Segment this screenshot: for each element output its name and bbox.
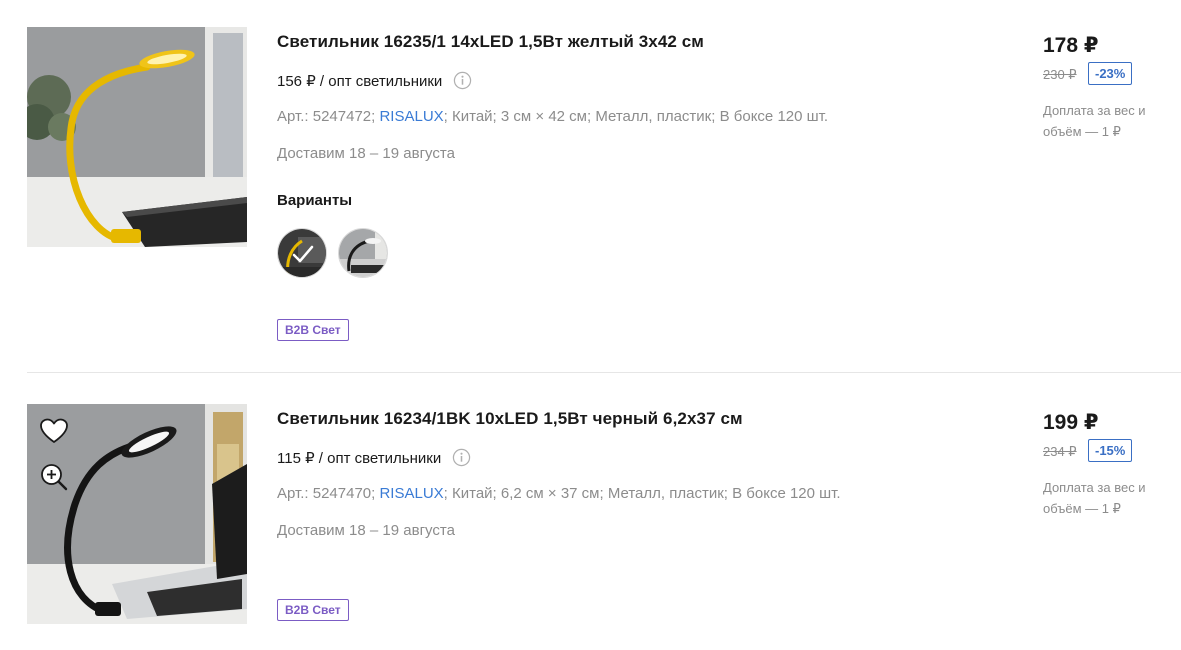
product-card: Светильник 16234/1BK 10xLED 1,5Вт черный…: [27, 404, 1181, 634]
info-icon[interactable]: [452, 448, 471, 467]
article-number: Арт.: 5247470;: [277, 485, 376, 502]
variants-label: Варианты: [277, 192, 353, 209]
zoom-in-icon[interactable]: [39, 462, 69, 492]
product-photo-yellow-lamp: [27, 27, 247, 247]
material: Металл, пластик;: [595, 108, 716, 125]
product-image[interactable]: [27, 27, 247, 247]
b2b-badge[interactable]: B2B Свет: [277, 319, 349, 341]
variant-yellow-selected[interactable]: [277, 228, 327, 278]
box-quantity: В боксе 120 шт.: [719, 108, 829, 125]
material: Металл, пластик;: [607, 485, 728, 502]
dimensions: 3 см × 42 см;: [500, 108, 592, 125]
old-price: 230 ₽: [1043, 67, 1077, 82]
wholesale-price-text: 156 ₽ / опт светильники: [277, 72, 443, 90]
b2b-badge[interactable]: B2B Свет: [277, 599, 349, 621]
country: Китай;: [452, 485, 497, 502]
heart-icon[interactable]: [39, 417, 69, 445]
product-title[interactable]: Светильник 16234/1BK 10xLED 1,5Вт черный…: [277, 409, 743, 429]
country: Китай;: [452, 108, 497, 125]
delivery-date: Доставим 18 – 19 августа: [277, 145, 455, 162]
old-price: 234 ₽: [1043, 444, 1077, 459]
info-icon[interactable]: [453, 71, 472, 90]
delivery-date: Доставим 18 – 19 августа: [277, 522, 455, 539]
wholesale-price-text: 115 ₽ / опт светильники: [277, 449, 442, 467]
variants-list: [277, 228, 388, 278]
wholesale-price: 115 ₽ / опт светильники: [277, 448, 471, 467]
box-quantity: В боксе 120 шт.: [732, 485, 841, 502]
check-icon: [292, 245, 314, 263]
article-number: Арт.: 5247472;: [277, 108, 376, 125]
current-price: 178 ₽: [1043, 34, 1099, 57]
brand-link[interactable]: RISALUX: [379, 485, 443, 502]
product-specs: Арт.: 5247470; RISALUX; Китай; 6,2 см × …: [277, 485, 841, 502]
product-title[interactable]: Светильник 16235/1 14xLED 1,5Вт желтый 3…: [277, 32, 704, 52]
discount-badge: -23%: [1088, 62, 1133, 85]
surcharge-note: Доплата за вес и объём — 1 ₽: [1043, 103, 1146, 139]
product-card: Светильник 16235/1 14xLED 1,5Вт желтый 3…: [27, 27, 1181, 373]
product-specs: Арт.: 5247472; RISALUX; Китай; 3 см × 42…: [277, 108, 829, 125]
wholesale-price: 156 ₽ / опт светильники: [277, 71, 472, 90]
discount-badge: -15%: [1088, 439, 1133, 462]
brand-link[interactable]: RISALUX: [379, 108, 443, 125]
variant-black[interactable]: [338, 228, 388, 278]
surcharge-note: Доплата за вес и объём — 1 ₽: [1043, 480, 1146, 516]
product-image[interactable]: [27, 404, 247, 624]
dimensions: 6,2 см × 37 см;: [500, 485, 604, 502]
current-price: 199 ₽: [1043, 411, 1099, 434]
